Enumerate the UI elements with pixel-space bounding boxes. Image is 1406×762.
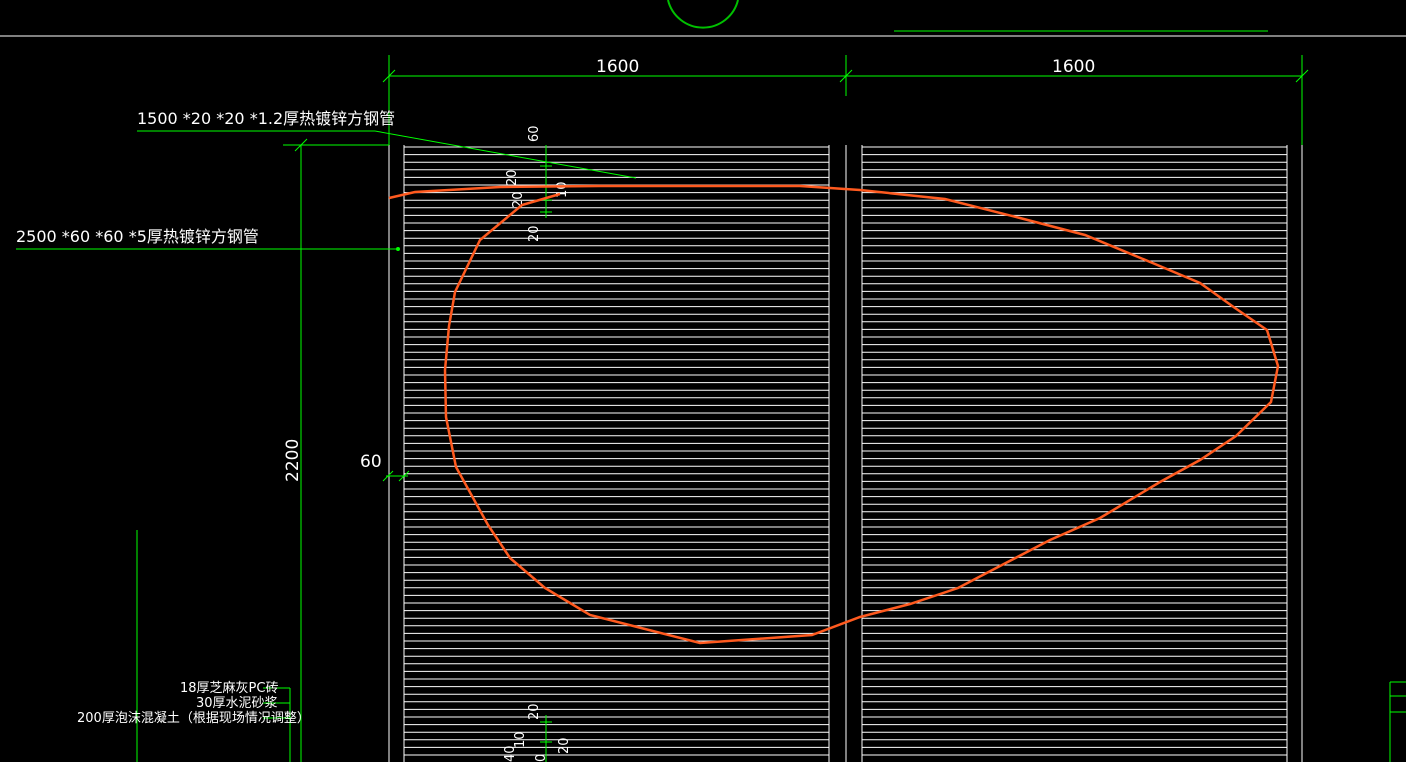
cad-canvas[interactable]: 1600 1600 2200 60 60 10 20 20 20 20 10 2… (0, 0, 1406, 762)
dim-small-20c: 20 (527, 225, 542, 242)
dim-small-20d: 20 (527, 703, 542, 720)
dim-top-left: 1600 (596, 57, 639, 77)
dim-top-right: 1600 (1052, 57, 1095, 77)
side-offset-dimension (382, 470, 410, 482)
panel-frames (388, 145, 1303, 762)
right-edge-marks (1389, 681, 1406, 762)
dim-small-0: 0 (534, 754, 549, 762)
layer-leader (136, 530, 291, 762)
dim-small-40: 40 (503, 745, 518, 762)
dim-small-20a: 20 (505, 169, 520, 186)
slats-right-panel (862, 146, 1287, 756)
orange-outline-shape (388, 184, 1280, 645)
top-dimension (382, 55, 1309, 145)
slats-left-panel (404, 146, 829, 756)
label-layer-3: 200厚泡沫混凝土（根据现场情况调整） (77, 710, 310, 726)
label-pipe-small: 1500 *20 *20 *1.2厚热镀锌方钢管 (137, 109, 395, 128)
dim-left-height: 2200 (283, 439, 303, 482)
label-pipe-large: 2500 *60 *60 *5厚热镀锌方钢管 (16, 227, 259, 246)
label-layer-1: 18厚芝麻灰PC砖 (180, 680, 278, 696)
label-layer-2: 30厚水泥砂浆 (196, 696, 278, 711)
small-dims-top (540, 145, 552, 218)
dim-small-60: 60 (527, 125, 542, 142)
top-circle-arc (667, 0, 739, 29)
dim-side-offset: 60 (360, 452, 382, 472)
dim-small-20e: 20 (557, 737, 572, 754)
